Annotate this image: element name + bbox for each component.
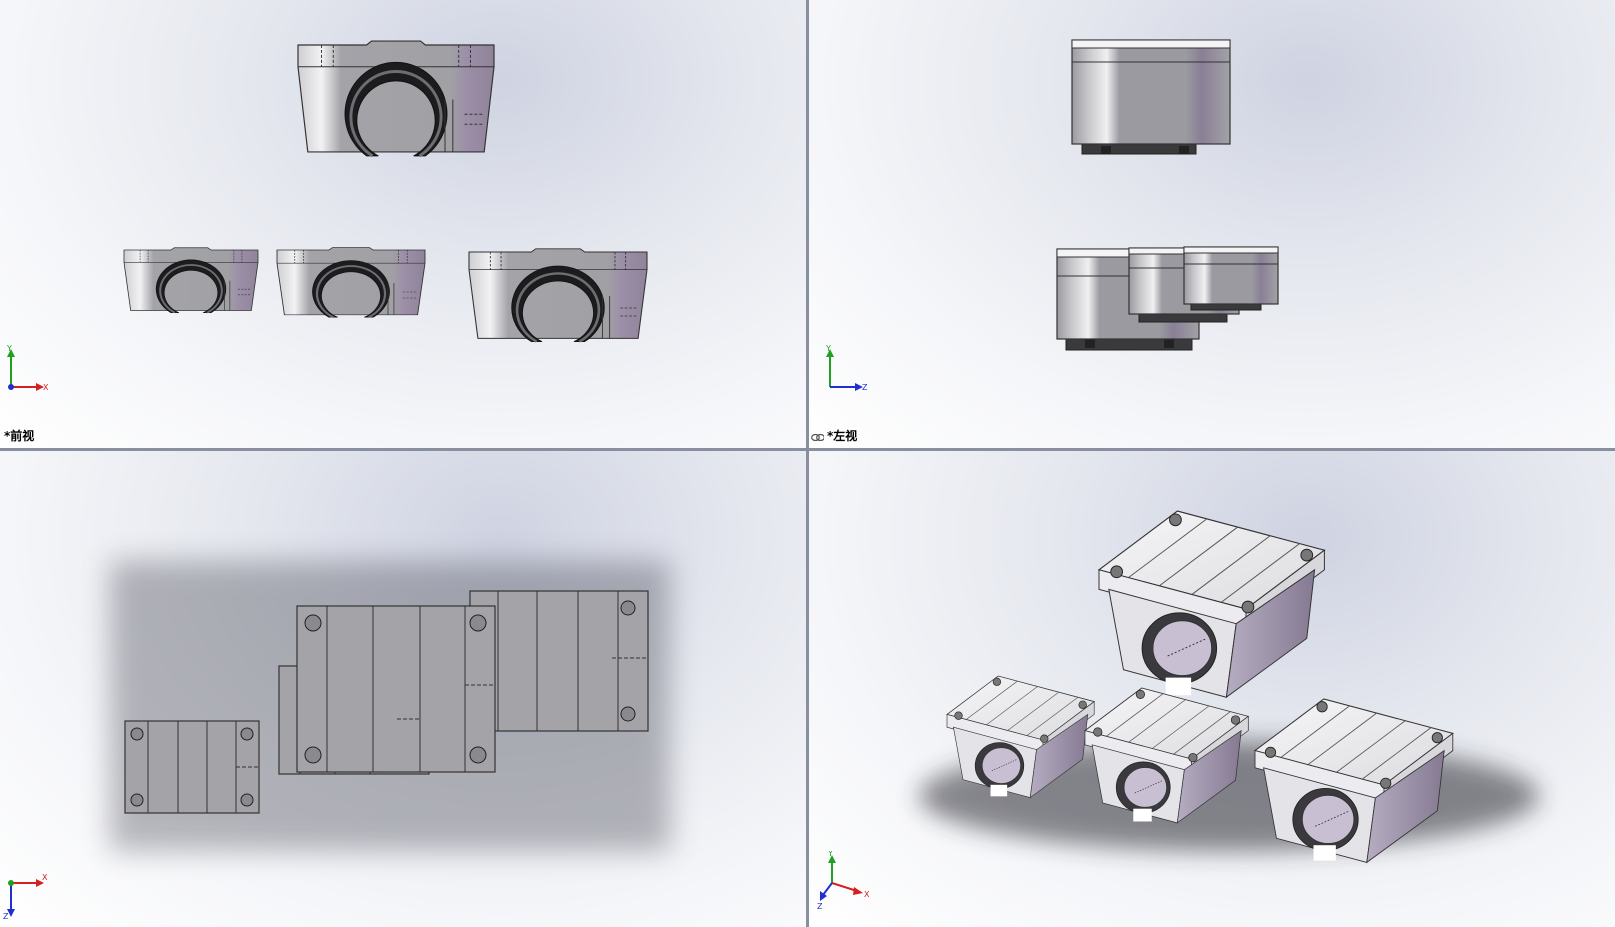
part-front-medium[interactable] [275, 246, 427, 319]
part-front-small[interactable] [122, 246, 260, 314]
part-left-large-top[interactable] [1071, 39, 1231, 155]
link-icon[interactable] [811, 433, 824, 441]
part-top-large-back[interactable] [469, 590, 649, 732]
part-front-large[interactable] [467, 247, 649, 343]
part-left-small[interactable] [1183, 246, 1279, 311]
front-view-canvas [122, 39, 649, 343]
part-front-large-top[interactable] [296, 39, 496, 158]
top-view-viewport[interactable]: X Z [0, 451, 806, 927]
axis-x-label: X [43, 383, 49, 392]
isometric-view-canvas [919, 510, 1539, 863]
axis-y-label: Y [6, 345, 12, 353]
left-view-viewport[interactable]: Y Z *左视 [809, 0, 1615, 448]
part-iso-large-top[interactable] [1098, 510, 1325, 698]
left-view-canvas [1056, 39, 1279, 351]
axis-x-label: X [42, 873, 48, 882]
axis-x-label: X [864, 890, 870, 899]
axis-z-label: Z [3, 912, 9, 921]
part-top-large-front[interactable] [296, 605, 496, 773]
top-view-canvas [110, 561, 670, 851]
axis-y-label: Y [825, 345, 831, 353]
part-top-small[interactable] [124, 720, 260, 814]
axis-z-label: Z [862, 383, 868, 392]
coordinate-triad-icon: Y Z [821, 345, 871, 395]
coordinate-triad-icon: X Z [2, 871, 52, 921]
viewport-label-left[interactable]: *左视 [827, 427, 857, 444]
isometric-view-viewport[interactable]: Y X Z [809, 451, 1615, 927]
coordinate-triad-icon: Y X [2, 345, 52, 395]
front-view-viewport[interactable]: Y X *前视 [0, 0, 806, 448]
coordinate-triad-icon: Y X Z [817, 851, 877, 911]
viewport-label-front[interactable]: *前视 [4, 427, 34, 444]
axis-z-label: Z [817, 902, 823, 911]
axis-y-label: Y [827, 851, 833, 858]
